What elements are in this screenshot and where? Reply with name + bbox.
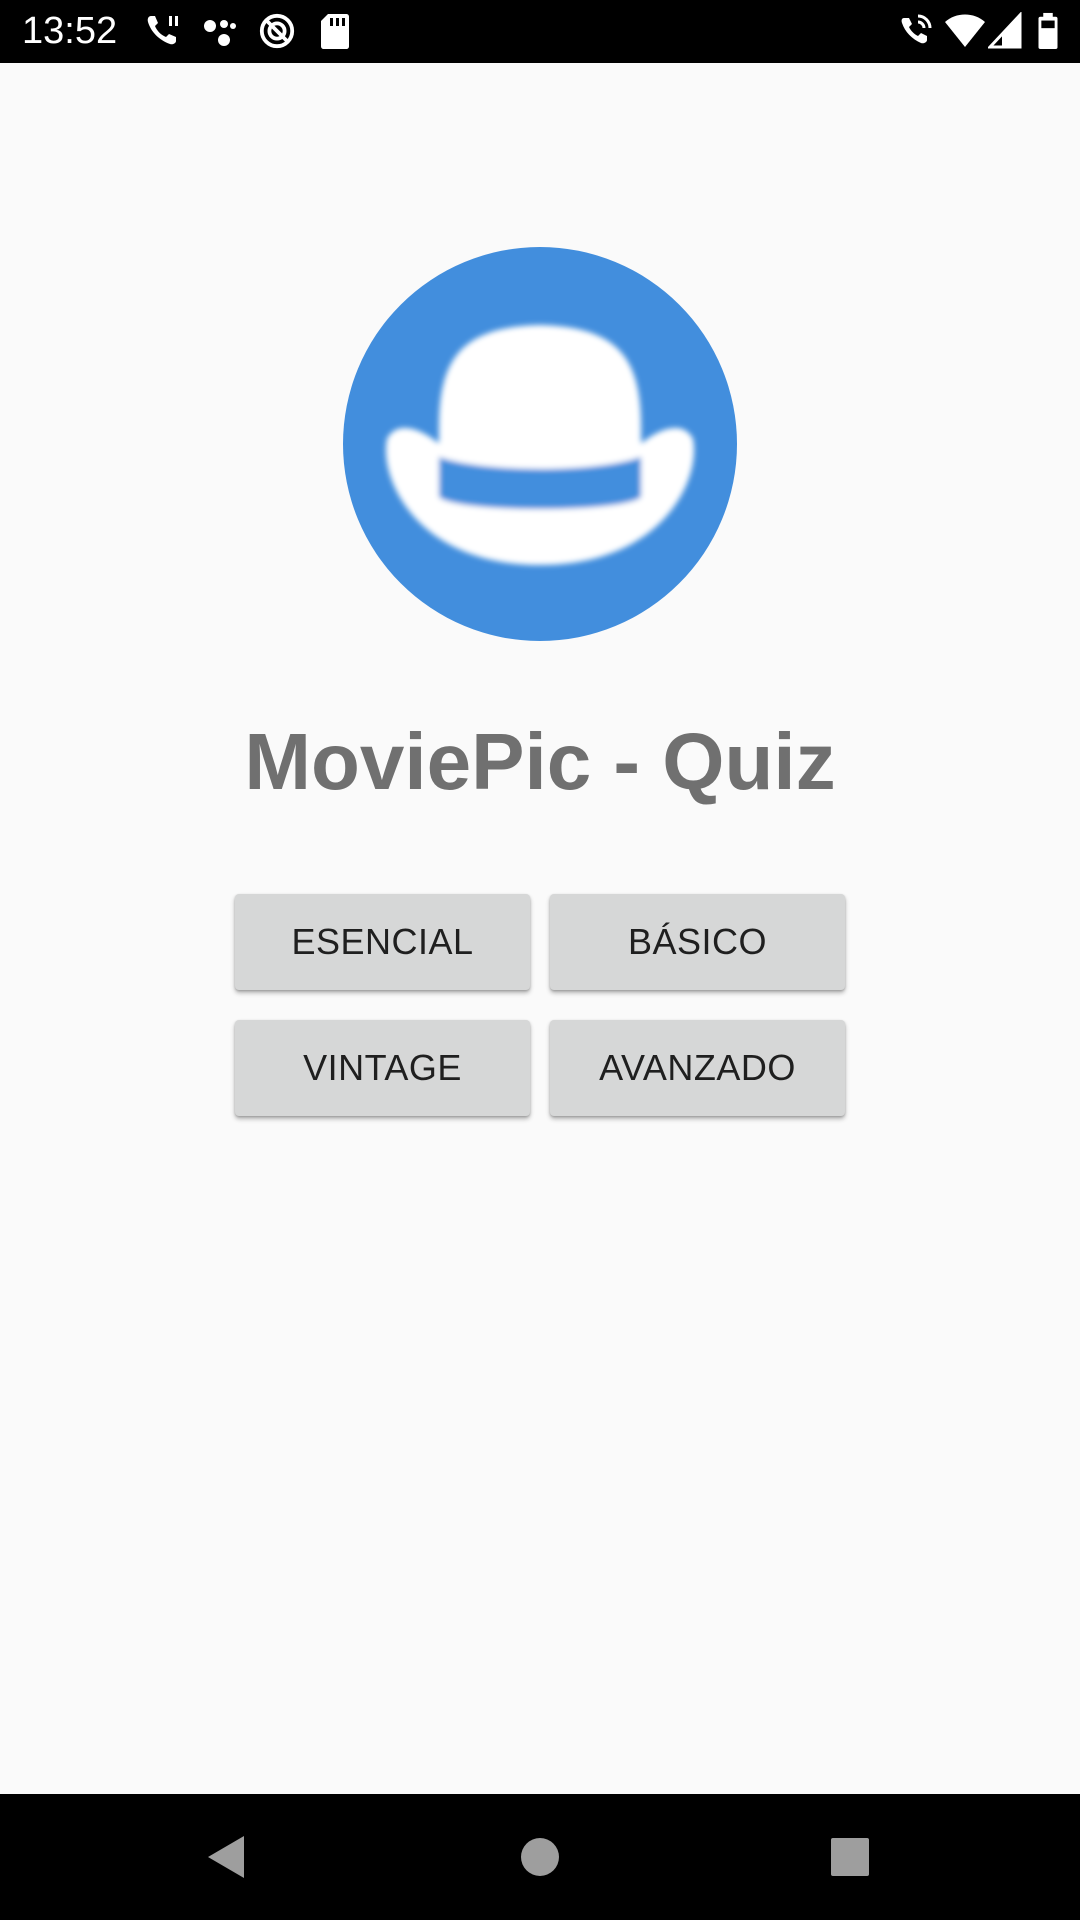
assistant-dots-icon [204, 20, 236, 46]
cellular-signal-icon [988, 12, 1022, 49]
battery-icon [1038, 12, 1058, 50]
level-esencial-button[interactable]: ESENCIAL [235, 894, 530, 990]
recents-button[interactable] [760, 1794, 940, 1920]
navigation-bar [0, 1794, 1080, 1920]
sd-card-icon [321, 14, 349, 49]
do-not-disturb-icon [259, 13, 295, 49]
phone-call-icon [147, 16, 178, 45]
level-basico-button[interactable]: BÁSICO [550, 894, 845, 990]
home-icon [521, 1838, 559, 1876]
status-time: 13:52 [22, 10, 118, 52]
bowler-hat-icon [343, 247, 737, 641]
app-screen: 13:52 MoviePic - Quiz ESENCIAL BÁSICO VI… [0, 0, 1080, 1920]
recents-icon [831, 1838, 869, 1876]
home-button[interactable] [450, 1794, 630, 1920]
level-vintage-button[interactable]: VINTAGE [235, 1020, 530, 1116]
level-avanzado-button[interactable]: AVANZADO [550, 1020, 845, 1116]
status-bar: 13:52 [0, 0, 1080, 63]
app-title: MoviePic - Quiz [244, 717, 836, 806]
wifi-icon [945, 14, 985, 47]
wifi-calling-icon [901, 14, 932, 44]
back-icon [208, 1836, 244, 1878]
back-button[interactable] [136, 1794, 316, 1920]
